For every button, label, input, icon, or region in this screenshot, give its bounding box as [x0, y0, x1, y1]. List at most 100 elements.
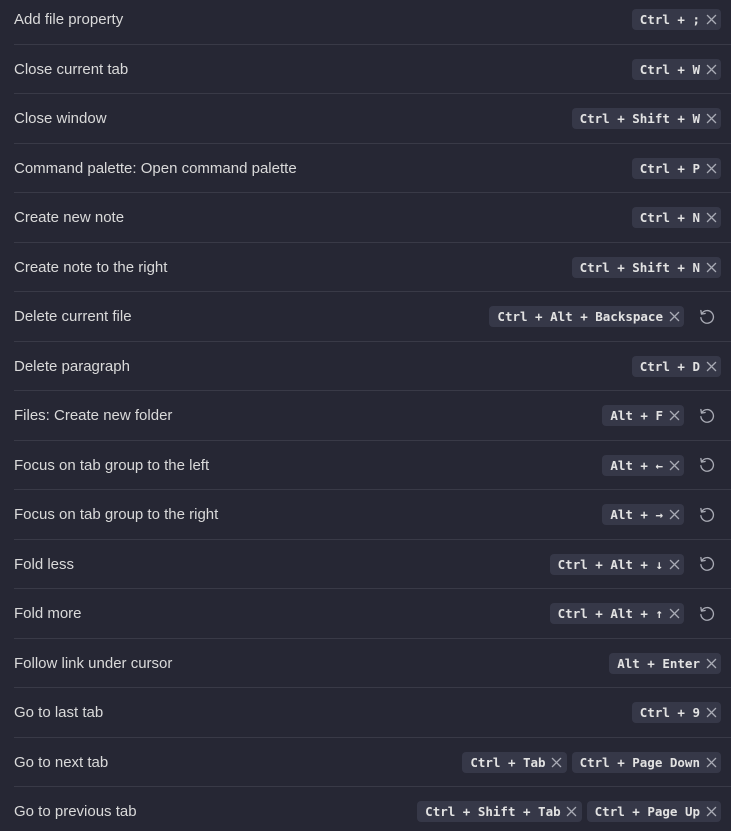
- restore-default-icon[interactable]: [693, 550, 721, 578]
- hotkey-row: Go to next tab Ctrl + Tab Ctrl + Page Down: [14, 738, 731, 788]
- hotkey-group: Alt + →: [602, 501, 721, 529]
- hotkey-row: Delete paragraph Ctrl + D: [14, 342, 731, 392]
- hotkey-group: Alt + Enter: [609, 652, 721, 674]
- remove-hotkey-icon[interactable]: [704, 13, 718, 27]
- hotkey-row: Fold more Ctrl + Alt + ↑: [14, 589, 731, 639]
- restore-default-icon[interactable]: [693, 501, 721, 529]
- hotkey-chip[interactable]: Ctrl + D: [631, 355, 721, 377]
- hotkey-text: Ctrl + Tab: [470, 754, 546, 770]
- remove-hotkey-icon[interactable]: [550, 755, 564, 769]
- hotkey-text: Ctrl + Alt + ↓: [557, 556, 663, 572]
- hotkey-text: Ctrl + Alt + ↑: [557, 606, 663, 622]
- hotkey-group: Ctrl + P: [631, 157, 721, 179]
- command-label: Fold more: [14, 605, 82, 623]
- hotkey-row: Close window Ctrl + Shift + W: [14, 94, 731, 144]
- remove-hotkey-icon[interactable]: [704, 359, 718, 373]
- remove-hotkey-icon[interactable]: [704, 656, 718, 670]
- hotkey-text: Ctrl + N: [639, 210, 700, 226]
- hotkey-text: Ctrl + ;: [639, 12, 700, 28]
- remove-hotkey-icon[interactable]: [667, 310, 681, 324]
- remove-hotkey-icon[interactable]: [704, 161, 718, 175]
- hotkey-row: Command palette: Open command palette Ctr…: [14, 144, 731, 194]
- hotkey-group: Ctrl + Alt + ↑: [549, 600, 721, 628]
- hotkey-group: Ctrl + Alt + Backspace: [489, 303, 721, 331]
- hotkey-group: Ctrl + Shift + N: [571, 256, 721, 278]
- hotkey-text: Ctrl + P: [639, 160, 700, 176]
- hotkey-chip[interactable]: Alt + F: [602, 405, 684, 427]
- hotkey-group: Ctrl + Shift + Tab Ctrl + Page Up: [417, 801, 721, 823]
- remove-hotkey-icon[interactable]: [565, 805, 579, 819]
- command-label: Follow link under cursor: [14, 654, 173, 672]
- hotkey-chip[interactable]: Ctrl + ;: [631, 9, 721, 31]
- remove-hotkey-icon[interactable]: [667, 458, 681, 472]
- hotkey-chip[interactable]: Ctrl + Shift + N: [571, 256, 721, 278]
- hotkey-row: Delete current file Ctrl + Alt + Backspac…: [14, 292, 731, 342]
- restore-default-icon[interactable]: [693, 451, 721, 479]
- hotkey-row: Create note to the right Ctrl + Shift + N: [14, 243, 731, 293]
- hotkey-group: Ctrl + Tab Ctrl + Page Down: [462, 751, 721, 773]
- hotkey-text: Ctrl + Shift + W: [579, 111, 700, 127]
- remove-hotkey-icon[interactable]: [667, 557, 681, 571]
- hotkey-text: Alt + ←: [610, 457, 663, 473]
- hotkey-chip[interactable]: Ctrl + Shift + Tab: [417, 801, 582, 823]
- hotkey-row: Fold less Ctrl + Alt + ↓: [14, 540, 731, 590]
- hotkey-group: Ctrl + ;: [631, 9, 721, 31]
- hotkey-group: Alt + F: [602, 402, 721, 430]
- hotkey-chip[interactable]: Ctrl + P: [631, 157, 721, 179]
- hotkey-row: Go to last tab Ctrl + 9: [14, 688, 731, 738]
- remove-hotkey-icon[interactable]: [704, 62, 718, 76]
- restore-default-icon[interactable]: [693, 402, 721, 430]
- hotkey-group: Ctrl + D: [631, 355, 721, 377]
- command-label: Go to next tab: [14, 753, 109, 771]
- hotkey-chip[interactable]: Ctrl + 9: [631, 702, 721, 724]
- command-label: Focus on tab group to the left: [14, 456, 210, 474]
- hotkey-chip[interactable]: Ctrl + W: [631, 58, 721, 80]
- hotkey-chip[interactable]: Ctrl + Alt + ↓: [549, 553, 684, 575]
- hotkey-chip[interactable]: Ctrl + Shift + W: [571, 108, 721, 130]
- hotkey-group: Alt + ←: [602, 451, 721, 479]
- hotkey-text: Ctrl + Shift + Tab: [425, 804, 561, 820]
- remove-hotkey-icon[interactable]: [667, 409, 681, 423]
- hotkey-text: Ctrl + Shift + N: [579, 259, 700, 275]
- hotkey-row: Create new note Ctrl + N: [14, 193, 731, 243]
- hotkey-chip[interactable]: Ctrl + Page Up: [586, 801, 721, 823]
- hotkey-chip[interactable]: Alt + →: [602, 504, 684, 526]
- hotkey-chip[interactable]: Ctrl + Tab: [462, 751, 567, 773]
- command-label: Create note to the right: [14, 258, 168, 276]
- hotkey-group: Ctrl + 9: [631, 702, 721, 724]
- hotkey-group: Ctrl + W: [631, 58, 721, 80]
- hotkey-row: Go to previous tab Ctrl + Shift + Tab Ctrl…: [14, 787, 731, 831]
- command-label: Create new note: [14, 209, 125, 227]
- remove-hotkey-icon[interactable]: [704, 112, 718, 126]
- restore-default-icon[interactable]: [693, 600, 721, 628]
- hotkey-text: Ctrl + D: [639, 358, 700, 374]
- hotkey-text: Alt + Enter: [617, 655, 700, 671]
- command-label: Close window: [14, 110, 107, 128]
- command-label: Close current tab: [14, 60, 129, 78]
- command-label: Focus on tab group to the right: [14, 506, 219, 524]
- remove-hotkey-icon[interactable]: [667, 508, 681, 522]
- hotkey-row: Focus on tab group to the right Alt + →: [14, 490, 731, 540]
- hotkey-group: Ctrl + Alt + ↓: [549, 550, 721, 578]
- hotkey-text: Alt + →: [610, 507, 663, 523]
- hotkey-chip[interactable]: Alt + Enter: [609, 652, 721, 674]
- hotkey-chip[interactable]: Ctrl + Alt + ↑: [549, 603, 684, 625]
- command-label: Go to previous tab: [14, 803, 137, 821]
- remove-hotkey-icon[interactable]: [704, 260, 718, 274]
- remove-hotkey-icon[interactable]: [704, 211, 718, 225]
- hotkey-chip[interactable]: Ctrl + N: [631, 207, 721, 229]
- hotkey-chip[interactable]: Ctrl + Alt + Backspace: [489, 306, 684, 328]
- hotkey-row: Files: Create new folder Alt + F: [14, 391, 731, 441]
- hotkey-group: Ctrl + N: [631, 207, 721, 229]
- remove-hotkey-icon[interactable]: [704, 755, 718, 769]
- command-label: Go to last tab: [14, 704, 104, 722]
- remove-hotkey-icon[interactable]: [704, 706, 718, 720]
- hotkey-chip[interactable]: Alt + ←: [602, 454, 684, 476]
- hotkey-row: Follow link under cursor Alt + Enter: [14, 639, 731, 689]
- restore-default-icon[interactable]: [693, 303, 721, 331]
- remove-hotkey-icon[interactable]: [667, 607, 681, 621]
- remove-hotkey-icon[interactable]: [704, 805, 718, 819]
- hotkey-group: Ctrl + Shift + W: [571, 108, 721, 130]
- hotkey-chip[interactable]: Ctrl + Page Down: [571, 751, 721, 773]
- hotkey-text: Ctrl + 9: [639, 705, 700, 721]
